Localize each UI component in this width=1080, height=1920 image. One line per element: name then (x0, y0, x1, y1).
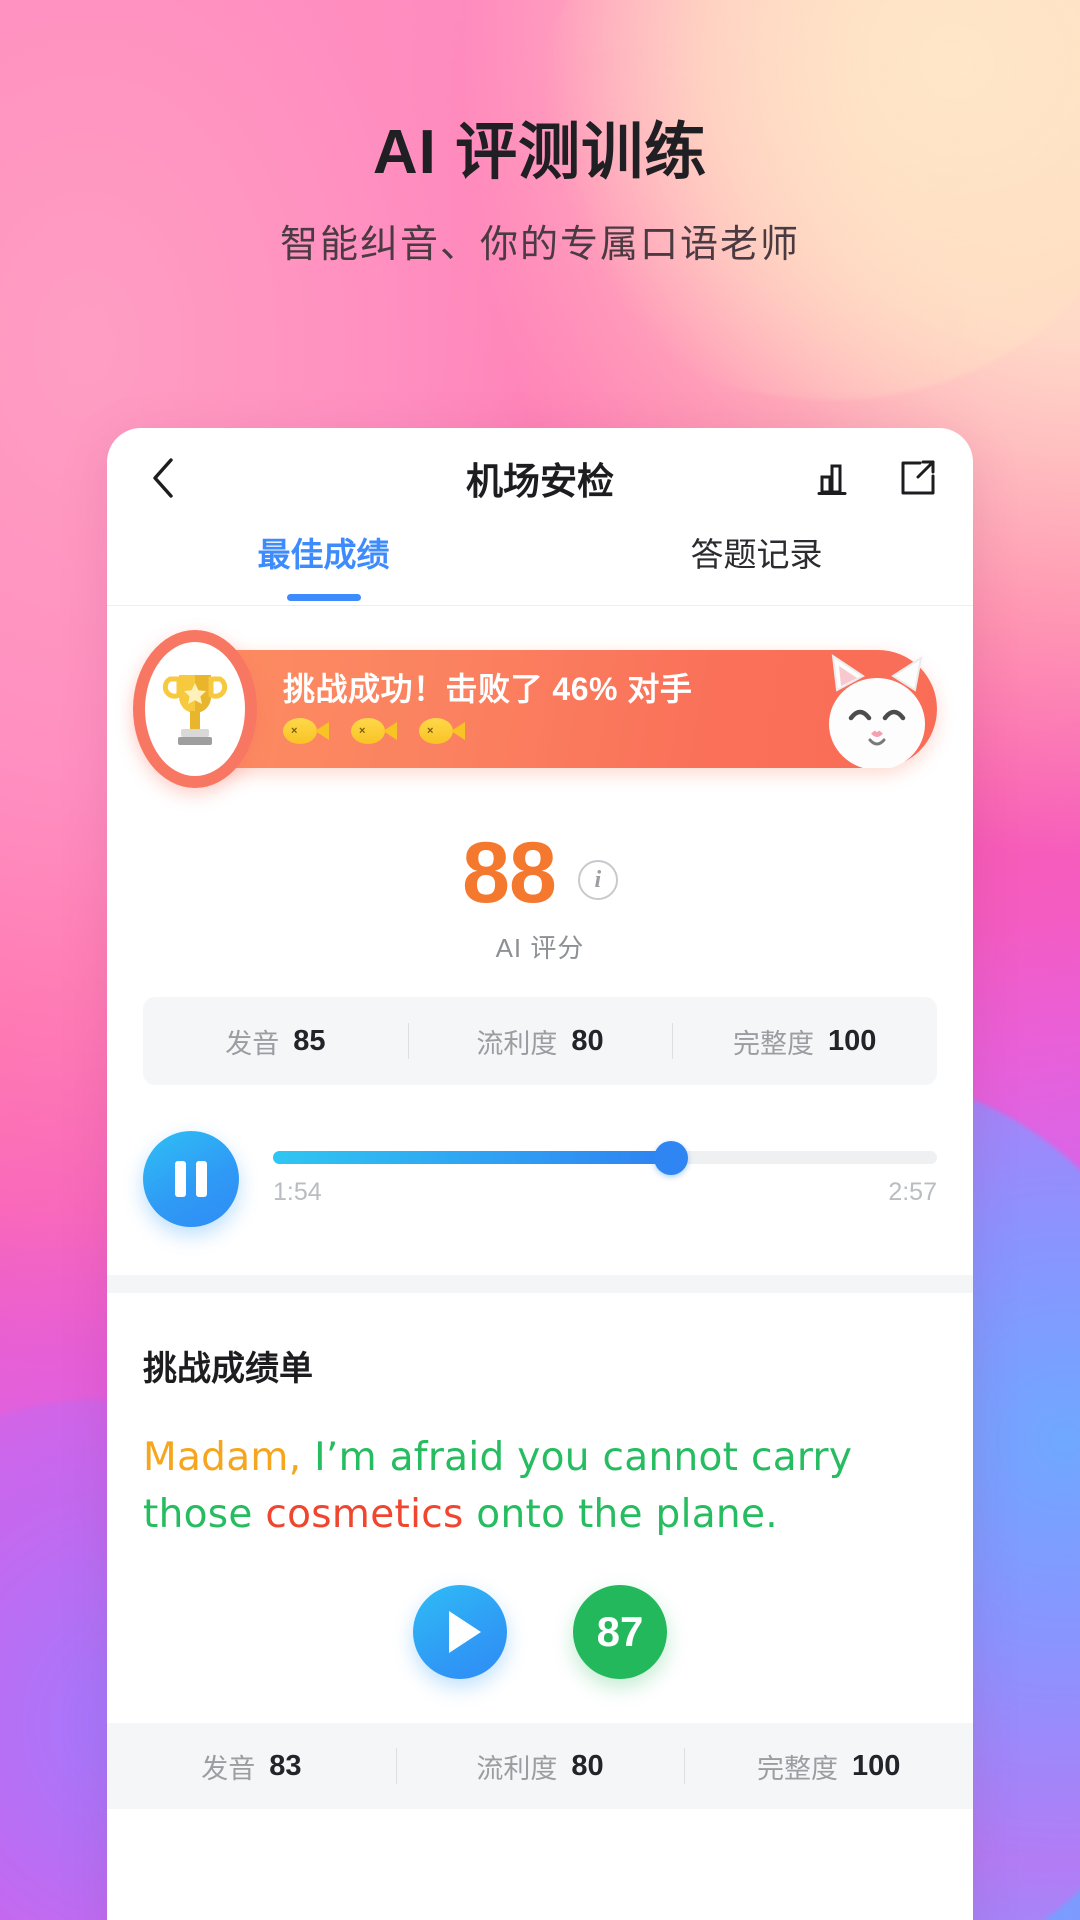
hero-section: AI 评测训练 智能纠音、你的专属口语老师 (0, 118, 1080, 268)
pause-icon[interactable] (143, 1131, 239, 1227)
trophy-badge-inner (145, 642, 245, 776)
bar-chart-icon[interactable] (813, 456, 857, 500)
fish-icon: × (351, 718, 397, 744)
audio-time-row: 1:54 2:57 (273, 1178, 937, 1207)
audio-progress-track[interactable] (273, 1140, 937, 1175)
hero-subtitle: 智能纠音、你的专属口语老师 (279, 224, 800, 267)
transcript-word: you (517, 1435, 590, 1480)
transcript-word: carry (750, 1435, 853, 1480)
tab-bar: 最佳成绩 答题记录 (107, 528, 973, 606)
chevron-left-icon[interactable] (141, 456, 185, 500)
external-link-icon[interactable] (895, 456, 939, 500)
transcript-word: afraid (389, 1435, 505, 1480)
metric-pronunciation: 发音 85 (143, 1022, 408, 1061)
achievement-banner-wrap: 挑战成功！击败了 46% 对手 × × × (107, 606, 973, 788)
transcript-word: cannot (602, 1435, 739, 1480)
app-navbar: 机场安检 (107, 428, 973, 528)
report-section-title: 挑战成绩单 (143, 1350, 313, 1388)
tab-active-indicator (286, 594, 361, 601)
sentence-score-badge: 87 (573, 1585, 667, 1680)
metric-value: 80 (571, 1024, 604, 1057)
metric-integrity: 完整度 100 (672, 1022, 937, 1061)
tab-answer-history[interactable]: 答题记录 (540, 528, 973, 605)
transcript-word: cosmetics (265, 1491, 464, 1537)
tab-label: 答题记录 (690, 536, 823, 573)
metric-label: 发音 (225, 1028, 280, 1059)
cat-icon (823, 646, 931, 768)
metric-fluency: 流利度 80 (408, 1022, 673, 1061)
hero-title: AI 评测训练 (372, 118, 708, 187)
play-icon[interactable] (413, 1585, 507, 1680)
ai-score-label: AI 评分 (495, 933, 585, 963)
section-divider (107, 1275, 973, 1293)
audio-progress-wrap: 1:54 2:57 (273, 1140, 937, 1207)
transcript-word: onto (476, 1491, 566, 1537)
metric-label: 完整度 (732, 1028, 814, 1059)
metric-value: 83 (269, 1749, 302, 1782)
banner-text-block: 挑战成功！击败了 46% 对手 × × × (283, 664, 817, 744)
ai-score-block: 88 i AI 评分 (107, 830, 973, 965)
phone-mockup: 机场安检 最佳成绩 答题记录 挑战成功！击败了 46% 对手 × × × 88 … (107, 428, 973, 1920)
metrics-summary-top: 发音 85 流利度 80 完整度 100 (143, 997, 937, 1085)
trophy-badge (133, 630, 257, 788)
tab-label: 最佳成绩 (257, 536, 390, 573)
ai-score-row: 88 i (462, 830, 618, 916)
audio-player: 1:54 2:57 (107, 1085, 973, 1275)
navbar-actions (813, 456, 939, 500)
metric-fluency: 流利度 80 (396, 1747, 685, 1786)
info-icon[interactable]: i (577, 860, 618, 900)
metrics-summary-bottom: 发音 83 流利度 80 完整度 100 (107, 1723, 973, 1810)
metric-label: 流利度 (476, 1028, 558, 1059)
fish-icon: × (419, 718, 465, 744)
achievement-banner[interactable]: 挑战成功！击败了 46% 对手 × × × (133, 630, 937, 788)
promo-screen: AI 评测训练 智能纠音、你的专属口语老师 机场安检 最佳成绩 答题记录 挑战成… (0, 0, 1080, 1920)
fish-reward-row: × × × (283, 718, 817, 744)
transcript-word: plane. (655, 1491, 778, 1537)
audio-progress-fill (273, 1151, 672, 1164)
banner-title: 挑战成功！击败了 46% 对手 (283, 671, 693, 707)
transcript-word: I’m (314, 1435, 377, 1480)
metric-value: 85 (293, 1024, 326, 1057)
audio-current-time: 1:54 (273, 1178, 322, 1206)
metric-value: 100 (851, 1749, 901, 1782)
transcript-word: those (143, 1491, 253, 1537)
ai-score-value: 88 (462, 825, 557, 921)
tab-best-score[interactable]: 最佳成绩 (107, 528, 540, 605)
metric-pronunciation: 发音 83 (107, 1747, 396, 1786)
transcript-sentence[interactable]: Madam, I’m afraid you cannot carry those… (107, 1390, 973, 1543)
fish-icon: × (283, 718, 329, 744)
transcript-word: the (577, 1491, 643, 1537)
trophy-icon (162, 675, 228, 745)
metric-label: 完整度 (756, 1753, 838, 1784)
metric-value: 80 (571, 1749, 604, 1782)
metric-label: 流利度 (476, 1753, 558, 1784)
metric-label: 发音 (201, 1753, 256, 1784)
audio-total-time: 2:57 (888, 1178, 937, 1206)
metric-value: 100 (827, 1024, 877, 1057)
transcript-word: Madam, (143, 1435, 302, 1480)
audio-progress-thumb[interactable] (654, 1140, 689, 1175)
sentence-controls: 87 (107, 1585, 973, 1680)
metric-integrity: 完整度 100 (684, 1747, 973, 1786)
